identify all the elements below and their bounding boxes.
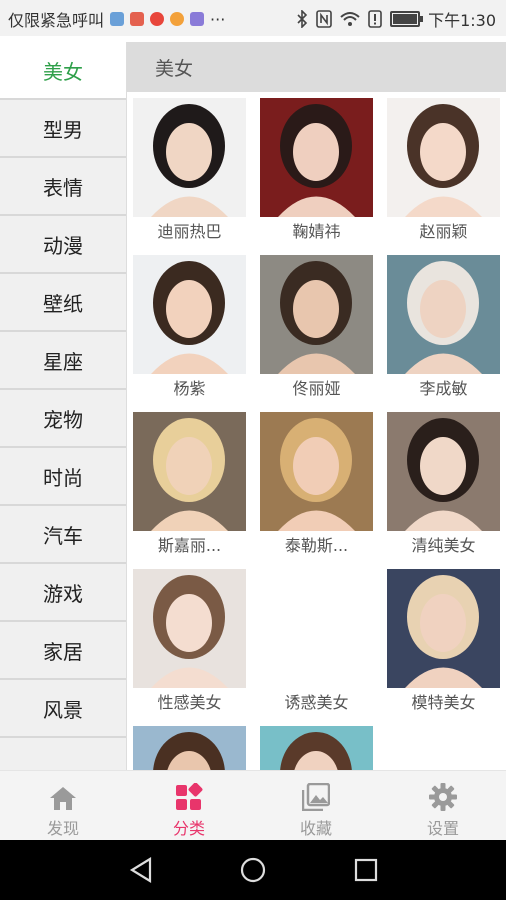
sidebar-item[interactable]: 时尚 <box>0 448 126 506</box>
sidebar-item[interactable]: 美女 <box>0 42 126 100</box>
photo-caption: 诱惑美女 <box>284 693 349 712</box>
photo-thumbnail <box>133 412 246 531</box>
photo-card[interactable]: 赵丽颖 <box>387 98 500 253</box>
sidebar-item-label: 风景 <box>43 697 83 722</box>
back-icon[interactable] <box>128 856 154 884</box>
photo-caption: 泰勒斯... <box>284 536 349 555</box>
sidebar-item[interactable]: 宠物 <box>0 390 126 448</box>
photo-card[interactable]: 斯嘉丽... <box>133 412 246 567</box>
sidebar-item-label: 表情 <box>43 175 83 200</box>
more-notifications: ··· <box>210 9 226 29</box>
recents-icon[interactable] <box>354 858 378 882</box>
photo-thumbnail <box>133 255 246 374</box>
sidebar-item[interactable]: 风景 <box>0 680 126 738</box>
photo-caption: 迪丽热巴 <box>157 222 222 241</box>
photo-card[interactable]: 性感美女 <box>133 569 246 724</box>
sidebar-item[interactable]: 壁纸 <box>0 274 126 332</box>
gallery-icon <box>302 783 330 811</box>
sidebar-item-label: 动漫 <box>43 233 83 258</box>
sidebar-item[interactable]: 型男 <box>0 100 126 158</box>
category-sidebar: 美女型男表情动漫壁纸星座宠物时尚汽车游戏家居风景 <box>0 42 127 770</box>
photo-caption: 佟丽娅 <box>292 379 341 398</box>
status-bar: 仅限紧急呼叫 ··· 下午1:30 <box>0 0 506 36</box>
photo-thumbnail <box>387 98 500 217</box>
sidebar-item-label: 家居 <box>43 639 83 664</box>
tab-category[interactable]: 分类 <box>126 771 252 841</box>
tab-label: 收藏 <box>299 819 332 838</box>
tab-label: 设置 <box>426 819 459 838</box>
sidebar-item-label: 星座 <box>43 349 83 374</box>
photo-card[interactable] <box>133 726 246 770</box>
photo-thumbnail <box>260 98 373 217</box>
carrier-text: 仅限紧急呼叫 <box>8 11 105 30</box>
sidebar-item-label: 型男 <box>43 117 83 142</box>
photo-thumbnail <box>260 412 373 531</box>
sidebar-item[interactable]: 表情 <box>0 158 126 216</box>
photo-card[interactable]: 诱惑美女 <box>260 569 373 724</box>
sim-alert-icon <box>368 10 382 28</box>
photo-caption: 斯嘉丽... <box>157 536 222 555</box>
category-header: 美女 <box>127 42 506 92</box>
photo-caption: 赵丽颖 <box>419 222 468 241</box>
clock: 下午1:30 <box>428 11 496 30</box>
photo-grid: 迪丽热巴 鞠婧祎 赵丽颖杨紫 佟丽娅 李成敏斯嘉丽... 泰勒斯... 清纯美女性感美女 诱惑… <box>133 98 503 770</box>
photo-thumbnail <box>133 726 246 770</box>
sidebar-item-label: 宠物 <box>43 407 83 432</box>
bottom-tab-bar: 发现 分类 收藏 设置 <box>0 770 506 841</box>
sidebar-item-label: 汽车 <box>43 523 83 548</box>
category-icon <box>176 783 203 810</box>
photo-thumbnail <box>133 569 246 688</box>
photo-thumbnail <box>387 412 500 531</box>
sidebar-item[interactable]: 动漫 <box>0 216 126 274</box>
tab-label: 发现 <box>46 819 79 838</box>
photo-thumbnail <box>387 569 500 688</box>
home-nav-icon[interactable] <box>240 857 266 883</box>
tab-label: 分类 <box>172 819 205 838</box>
photo-caption: 杨紫 <box>173 379 206 398</box>
tab-discover[interactable]: 发现 <box>0 771 126 841</box>
photo-card[interactable] <box>260 726 373 770</box>
photo-caption: 鞠婧祎 <box>292 222 341 241</box>
photo-card[interactable]: 泰勒斯... <box>260 412 373 567</box>
photo-card[interactable]: 清纯美女 <box>387 412 500 567</box>
notification-icon <box>170 12 185 26</box>
photo-card[interactable]: 佟丽娅 <box>260 255 373 410</box>
photo-thumbnail <box>133 98 246 217</box>
battery-icon <box>390 11 424 27</box>
notification-icon <box>150 12 165 26</box>
sidebar-item[interactable]: 星座 <box>0 332 126 390</box>
bluetooth-icon <box>297 10 308 28</box>
photo-thumbnail <box>260 569 373 688</box>
wifi-icon <box>340 12 360 26</box>
photo-card[interactable]: 鞠婧祎 <box>260 98 373 253</box>
photo-thumbnail <box>260 726 373 770</box>
nfc-icon <box>316 10 332 28</box>
photo-thumbnail <box>387 255 500 374</box>
tab-settings[interactable]: 设置 <box>380 771 506 841</box>
photo-card[interactable]: 模特美女 <box>387 569 500 724</box>
sidebar-item[interactable]: 汽车 <box>0 506 126 564</box>
notification-icon <box>130 12 145 26</box>
sidebar-item[interactable]: 游戏 <box>0 564 126 622</box>
sidebar-item[interactable]: 家居 <box>0 622 126 680</box>
photo-caption: 模特美女 <box>411 693 476 712</box>
sidebar-item-label: 美女 <box>43 59 83 84</box>
notification-icon <box>110 12 125 26</box>
sidebar-item-label: 时尚 <box>43 465 83 490</box>
photo-caption: 李成敏 <box>419 379 468 398</box>
photo-caption: 清纯美女 <box>411 536 476 555</box>
system-nav-bar <box>0 840 506 900</box>
sidebar-item-label: 壁纸 <box>43 291 83 316</box>
category-title: 美女 <box>155 57 194 80</box>
photo-caption: 性感美女 <box>157 693 222 712</box>
sidebar-item-label: 游戏 <box>43 581 83 606</box>
home-icon <box>50 787 76 810</box>
photo-card[interactable]: 迪丽热巴 <box>133 98 246 253</box>
photo-card[interactable]: 李成敏 <box>387 255 500 410</box>
photo-card[interactable]: 杨紫 <box>133 255 246 410</box>
tab-favorites[interactable]: 收藏 <box>253 771 379 841</box>
notification-icon <box>190 12 205 26</box>
gear-icon <box>429 783 457 811</box>
photo-thumbnail <box>260 255 373 374</box>
